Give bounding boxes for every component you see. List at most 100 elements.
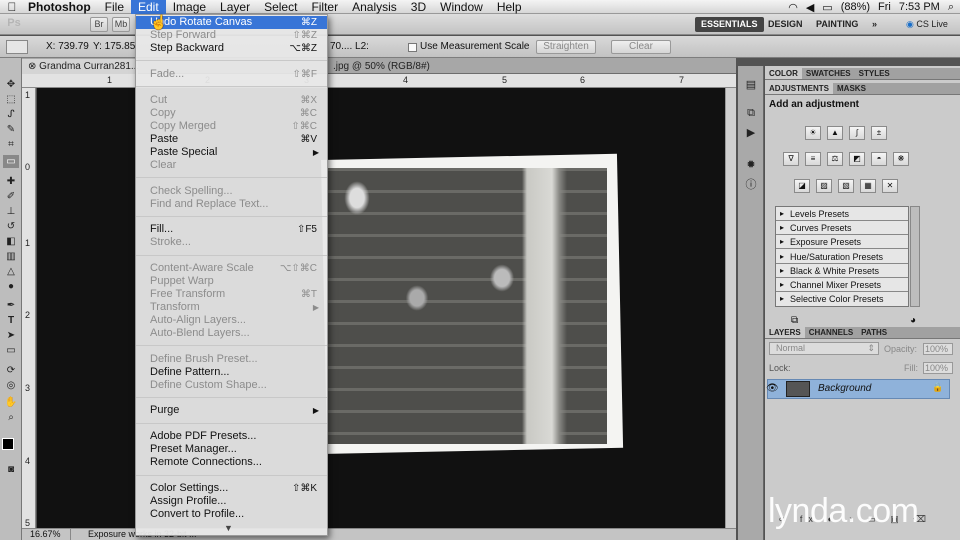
workspace-essentials[interactable]: ESSENTIALS	[695, 17, 764, 32]
invert-icon[interactable]: ◪	[794, 179, 810, 193]
edit-menu-item-assign-profile[interactable]: Assign Profile...	[136, 495, 327, 508]
posterize-icon[interactable]: ▨	[816, 179, 832, 193]
clock-time[interactable]: 7:53 PM	[899, 1, 940, 13]
tab-swatches[interactable]: SWATCHES	[802, 68, 855, 79]
pen-tool-icon[interactable]: ✒	[3, 299, 19, 312]
fill-input[interactable]: 100%	[923, 362, 953, 374]
edit-menu-item-stroke[interactable]: Stroke...	[136, 236, 327, 249]
color-balance-icon[interactable]: ⚖	[827, 152, 843, 166]
quick-mask-icon[interactable]: ◙	[3, 463, 19, 476]
menu-analysis[interactable]: Analysis	[345, 0, 404, 14]
3d-orbit-tool-icon[interactable]: ◎	[3, 379, 19, 392]
tab-adjustments[interactable]: ADJUSTMENTS	[765, 83, 834, 94]
marquee-tool-icon[interactable]: ⬚	[3, 93, 19, 106]
menu-image[interactable]: Image	[166, 0, 213, 14]
close-tab-icon[interactable]: ⊗	[28, 61, 39, 72]
preset-levels[interactable]: Levels Presets	[776, 207, 908, 221]
edit-menu-item-fill[interactable]: Fill... ⇧F5	[136, 223, 327, 236]
info-panel-icon[interactable]: ⓘ	[743, 178, 759, 192]
channel-mixer-icon[interactable]: ❋	[893, 152, 909, 166]
crop-tool-icon[interactable]: ⌗	[3, 138, 19, 151]
vibrance-icon[interactable]: ∇	[783, 152, 799, 166]
zoom-level[interactable]: 16.67%	[30, 529, 61, 540]
menu-window[interactable]: Window	[433, 0, 490, 14]
tab-layers[interactable]: LAYERS	[765, 327, 805, 338]
apple-menu-icon[interactable]: 	[0, 0, 24, 14]
edit-menu-item-paste[interactable]: Paste ⌘V	[136, 133, 327, 146]
menu-filter[interactable]: Filter	[304, 0, 345, 14]
black-white-icon[interactable]: ◩	[849, 152, 865, 166]
opacity-input[interactable]: 100%	[923, 343, 953, 355]
clip-to-layer-icon[interactable]: ◕	[910, 315, 916, 326]
edit-menu-item-define-custom-shape[interactable]: Define Custom Shape...	[136, 379, 327, 392]
edit-menu-item-clear[interactable]: Clear	[136, 159, 327, 172]
preset-channel-mixer[interactable]: Channel Mixer Presets	[776, 278, 908, 292]
path-selection-tool-icon[interactable]: ➤	[3, 329, 19, 342]
edit-menu-item-content-aware-scale[interactable]: Content-Aware Scale ⌥⇧⌘C	[136, 262, 327, 275]
brush-tool-icon[interactable]: ✐	[3, 190, 19, 203]
edit-menu-item-puppet-warp[interactable]: Puppet Warp	[136, 275, 327, 288]
document-tab[interactable]: ⊗ Grandma Curran281...	[22, 59, 138, 74]
menu-layer[interactable]: Layer	[213, 0, 257, 14]
history-brush-tool-icon[interactable]: ↺	[3, 220, 19, 233]
edit-menu-item-free-transform[interactable]: Free Transform ⌘T	[136, 288, 327, 301]
type-tool-icon[interactable]: T	[3, 314, 19, 327]
clone-stamp-tool-icon[interactable]: ⊥	[3, 205, 19, 218]
shape-tool-icon[interactable]: ▭	[3, 344, 19, 357]
tab-channels[interactable]: CHANNELS	[805, 327, 857, 338]
gradient-tool-icon[interactable]: ▥	[3, 250, 19, 263]
bridge-button[interactable]: Br	[90, 17, 108, 32]
tab-color[interactable]: COLOR	[765, 68, 802, 79]
presets-scrollbar[interactable]	[910, 206, 920, 307]
preset-black-white[interactable]: Black & White Presets	[776, 264, 908, 278]
threshold-icon[interactable]: ▧	[838, 179, 854, 193]
eye-visibility-icon[interactable]: 👁	[766, 383, 779, 394]
edit-menu-item-remote-connections[interactable]: Remote Connections...	[136, 456, 327, 469]
hue-saturation-icon[interactable]: ≡	[805, 152, 821, 166]
foreground-color-swatch[interactable]	[2, 438, 14, 450]
hand-tool-icon[interactable]: ✋	[3, 396, 19, 409]
edit-menu-item-preset-manager[interactable]: Preset Manager...	[136, 443, 327, 456]
edit-menu-item-purge[interactable]: Purge ▶	[136, 404, 327, 417]
curves-icon[interactable]: ∫	[849, 126, 865, 140]
menu-file[interactable]: File	[98, 0, 131, 14]
exposure-icon[interactable]: ±	[871, 126, 887, 140]
edit-menu-item-find-and-replace-text[interactable]: Find and Replace Text...	[136, 198, 327, 211]
menu-edit[interactable]: Edit	[131, 0, 166, 14]
blend-mode-select[interactable]: Normal ⇕	[769, 342, 879, 355]
menu-photoshop[interactable]: Photoshop	[24, 0, 98, 14]
quick-selection-tool-icon[interactable]: ✎	[3, 123, 19, 136]
3d-rotate-tool-icon[interactable]: ⟳	[3, 364, 19, 377]
edit-menu-item-adobe-pdf-presets[interactable]: Adobe PDF Presets...	[136, 430, 327, 443]
workspace-painting[interactable]: PAINTING	[810, 17, 864, 32]
edit-menu-item-transform[interactable]: Transform ▶	[136, 301, 327, 314]
edit-menu-item-define-pattern[interactable]: Define Pattern...	[136, 366, 327, 379]
tab-masks[interactable]: MASKS	[833, 83, 870, 94]
levels-icon[interactable]: ▲	[827, 126, 843, 140]
move-tool-icon[interactable]: ✥	[3, 78, 19, 91]
gradient-map-icon[interactable]: ▦	[860, 179, 876, 193]
edit-menu-item-convert-to-profile[interactable]: Convert to Profile...	[136, 508, 327, 521]
edit-menu-item-copy[interactable]: Copy ⌘C	[136, 107, 327, 120]
volume-icon[interactable]: ◀	[806, 1, 814, 14]
lasso-tool-icon[interactable]: ᔑ	[3, 108, 19, 121]
preset-selective-color[interactable]: Selective Color Presets	[776, 292, 908, 306]
edit-menu-item-paste-special[interactable]: Paste Special ▶	[136, 146, 327, 159]
brightness-contrast-icon[interactable]: ☀	[805, 126, 821, 140]
spotlight-icon[interactable]: ⌕	[948, 1, 954, 14]
zoom-tool-icon[interactable]: ⌕	[3, 411, 19, 424]
edit-menu-item-auto-blend-layers[interactable]: Auto-Blend Layers...	[136, 327, 327, 340]
blur-tool-icon[interactable]: △	[3, 265, 19, 278]
dodge-tool-icon[interactable]: ●	[3, 280, 19, 293]
mini-bridge-button[interactable]: Mb	[112, 17, 130, 32]
mini-bridge-panel-icon[interactable]: ▤	[743, 78, 759, 92]
preset-hue-saturation[interactable]: Hue/Saturation Presets	[776, 250, 908, 264]
edit-menu-item-color-settings[interactable]: Color Settings... ⇧⌘K	[136, 482, 327, 495]
preset-curves[interactable]: Curves Presets	[776, 221, 908, 235]
edit-menu-item-auto-align-layers[interactable]: Auto-Align Layers...	[136, 314, 327, 327]
spot-healing-tool-icon[interactable]: ✚	[3, 175, 19, 188]
edit-menu-item-step-backward[interactable]: Step Backward ⌥⌘Z	[136, 42, 327, 55]
wifi-icon[interactable]: ◠	[788, 1, 798, 14]
photo-filter-icon[interactable]: ◓	[871, 152, 887, 166]
menu-3d[interactable]: 3D	[404, 0, 433, 14]
